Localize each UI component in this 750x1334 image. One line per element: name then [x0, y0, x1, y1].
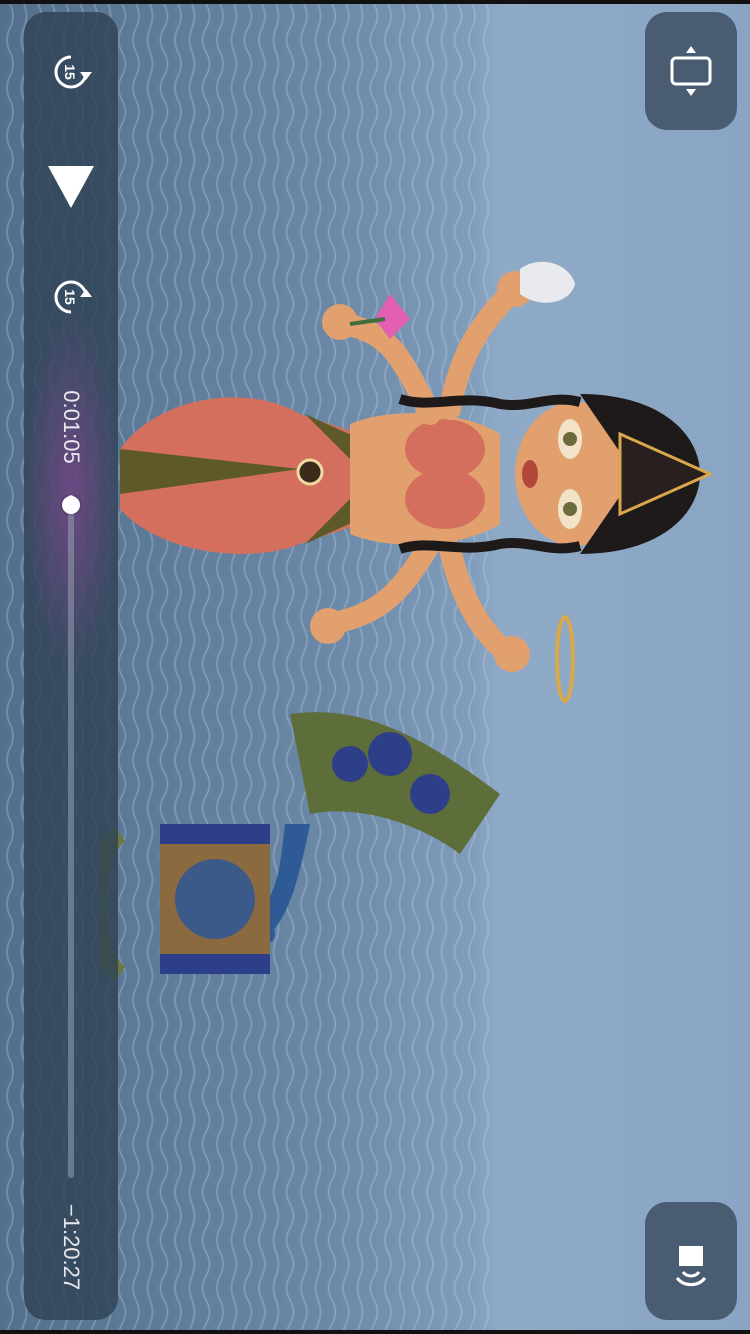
skip-back-15-icon: 15	[54, 55, 92, 89]
playback-control-panel: 15 15 0:01:05 −1:20:27	[24, 12, 118, 1320]
remaining-time-text: −1:20:27	[59, 1203, 84, 1291]
peacock-figure	[250, 712, 500, 944]
play-icon	[48, 166, 94, 208]
skip-back-seconds-label: 15	[62, 64, 78, 80]
elapsed-time-text: 0:01:05	[59, 390, 84, 464]
remaining-time: −1:20:27	[46, 1187, 96, 1307]
skip-forward-15-icon: 15	[54, 280, 92, 314]
skip-back-button[interactable]: 15	[41, 42, 101, 102]
play-button[interactable]	[41, 157, 101, 217]
artwork-illustration	[100, 261, 714, 982]
aspect-ratio-button[interactable]	[645, 12, 737, 130]
audio-output-icon	[675, 1246, 707, 1287]
skip-forward-button[interactable]: 15	[41, 267, 101, 327]
elapsed-time: 0:01:05	[46, 372, 96, 482]
progress-scrubber[interactable]	[68, 495, 74, 1178]
audio-output-button[interactable]	[645, 1202, 737, 1320]
wave-line	[6, 4, 14, 1330]
scrubber-thumb[interactable]	[62, 495, 80, 514]
aspect-ratio-icon	[670, 46, 712, 96]
skip-forward-seconds-label: 15	[62, 289, 78, 305]
goddess-figure	[120, 261, 714, 703]
gramophone-figure	[100, 824, 270, 982]
